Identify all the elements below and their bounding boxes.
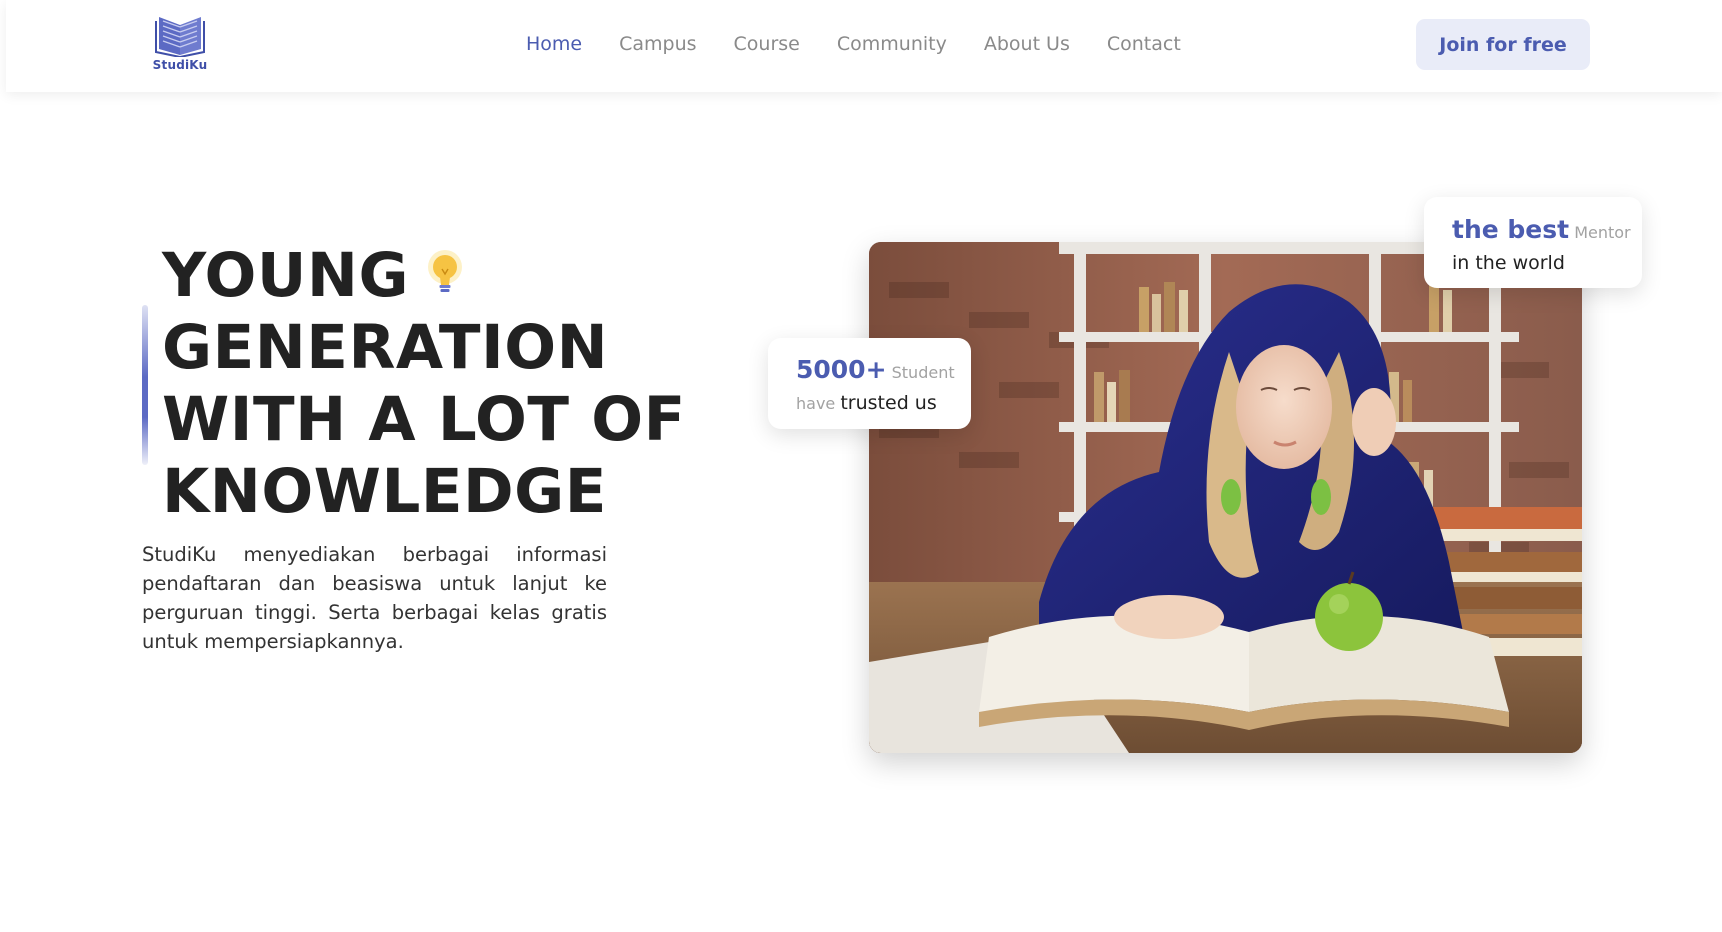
hero-title-line-4: KNOWLEDGE xyxy=(162,456,607,527)
nav-item-course[interactable]: Course xyxy=(734,30,800,58)
nav-item-contact[interactable]: Contact xyxy=(1107,30,1181,58)
student-count-suffix: Student xyxy=(891,363,955,382)
hero-title-line-1: YOUNG xyxy=(162,240,662,312)
lightbulb-icon xyxy=(428,250,463,293)
hero-description: StudiKu menyediakan berbagai informasi p… xyxy=(142,543,607,653)
hero-title-line-3: WITH A LOT OF xyxy=(162,384,686,455)
brand-logo[interactable]: StudiKu xyxy=(148,15,212,73)
student-reading-photo xyxy=(869,242,1582,753)
nav-item-community[interactable]: Community xyxy=(837,30,947,58)
brand-name: StudiKu xyxy=(152,58,208,72)
mentor-highlight: the best xyxy=(1452,215,1570,244)
best-mentor-card: the best Mentor in the world xyxy=(1424,197,1642,288)
students-trust-card: 5000+ Student have trusted us xyxy=(768,338,971,429)
open-book-icon xyxy=(155,17,205,57)
site-header: StudiKu Home Campus Course Community Abo… xyxy=(6,0,1722,92)
trusted-text: trusted us xyxy=(840,392,937,414)
nav-item-about-us[interactable]: About Us xyxy=(984,30,1070,58)
mentor-line-2: in the world xyxy=(1452,252,1565,274)
trusted-prefix: have xyxy=(796,394,836,413)
title-accent-bar xyxy=(142,305,148,465)
hero-title: YOUNG GENERATION WITH A LOT OF KNOWLEDGE xyxy=(162,240,686,528)
join-for-free-button[interactable]: Join for free xyxy=(1416,19,1590,70)
main-nav: Home Campus Course Community About Us Co… xyxy=(526,30,1218,58)
student-count: 5000+ xyxy=(796,355,887,384)
nav-item-home[interactable]: Home xyxy=(526,30,582,58)
mentor-suffix: Mentor xyxy=(1574,223,1631,242)
hero-title-line-2: GENERATION xyxy=(162,312,609,383)
nav-item-campus[interactable]: Campus xyxy=(619,30,696,58)
